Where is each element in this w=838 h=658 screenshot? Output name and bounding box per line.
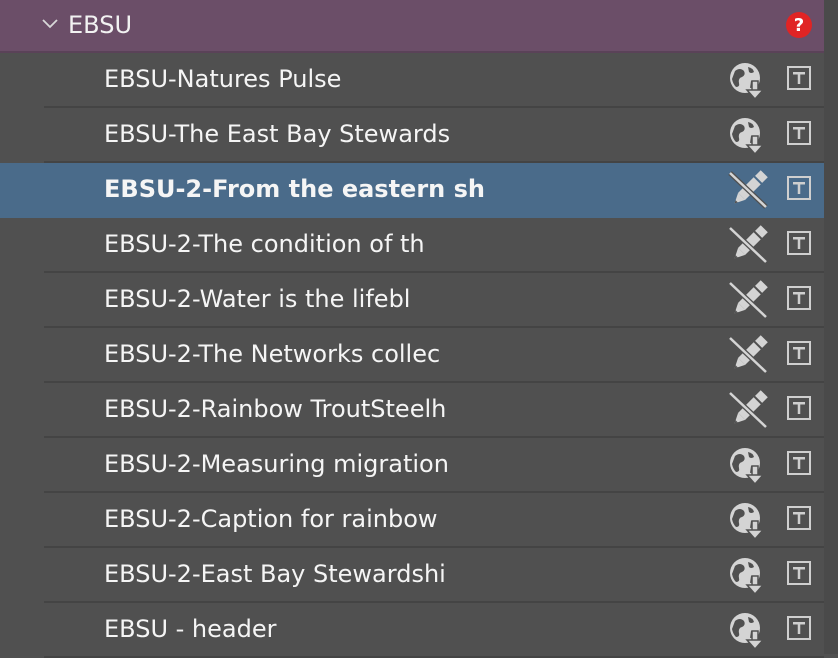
- globe-download-icon[interactable]: [726, 114, 770, 156]
- list-item-label: EBSU-2-The condition of th: [104, 230, 425, 258]
- text-icon[interactable]: [786, 230, 812, 256]
- list-item[interactable]: EBSU-2-The Networks collec: [44, 328, 824, 383]
- layer-list: EBSU-Natures Pulse EBSU-The East Bay Ste…: [0, 53, 824, 658]
- pen-disabled-icon[interactable]: [726, 279, 770, 321]
- list-item-label: EBSU-2-Measuring migration: [104, 450, 449, 478]
- globe-download-icon[interactable]: [726, 59, 770, 101]
- list-item[interactable]: EBSU-2-East Bay Stewardshi: [44, 548, 824, 603]
- list-item[interactable]: EBSU-2-Water is the lifebl: [44, 273, 824, 328]
- text-icon[interactable]: [786, 560, 812, 586]
- list-item[interactable]: EBSU-The East Bay Stewards: [44, 108, 824, 163]
- text-icon[interactable]: [786, 505, 812, 531]
- list-item[interactable]: EBSU-2-Rainbow TroutSteelh: [44, 383, 824, 438]
- list-item[interactable]: EBSU-2-Caption for rainbow: [44, 493, 824, 548]
- text-icon[interactable]: [786, 175, 812, 201]
- text-icon[interactable]: [786, 120, 812, 146]
- list-item-label: EBSU-2-Caption for rainbow: [104, 505, 438, 533]
- text-icon[interactable]: [786, 340, 812, 366]
- text-icon[interactable]: [786, 395, 812, 421]
- list-item-label: EBSU-2-Water is the lifebl: [104, 285, 411, 313]
- pen-disabled-icon[interactable]: [726, 224, 770, 266]
- pen-disabled-icon[interactable]: [726, 169, 770, 211]
- list-item-label: EBSU-2-Rainbow TroutSteelh: [104, 395, 447, 423]
- group-header-ebsu[interactable]: EBSU ?: [0, 0, 824, 53]
- list-item[interactable]: EBSU-2-The condition of th: [44, 218, 824, 273]
- text-icon[interactable]: [786, 450, 812, 476]
- text-icon[interactable]: [786, 615, 812, 641]
- globe-download-icon[interactable]: [726, 554, 770, 596]
- scrollbar[interactable]: [824, 0, 838, 654]
- list-item-label: EBSU-2-The Networks collec: [104, 340, 441, 368]
- list-item[interactable]: EBSU-2-From the eastern sh: [0, 163, 824, 218]
- list-item-label: EBSU-2-East Bay Stewardshi: [104, 560, 446, 588]
- list-item[interactable]: EBSU-2-Measuring migration: [44, 438, 824, 493]
- list-item-label: EBSU-2-From the eastern sh: [104, 175, 485, 203]
- pen-disabled-icon[interactable]: [726, 389, 770, 431]
- globe-download-icon[interactable]: [726, 499, 770, 541]
- question-icon[interactable]: ?: [785, 11, 813, 39]
- group-title: EBSU: [68, 11, 133, 39]
- list-item-label: EBSU-Natures Pulse: [104, 65, 342, 93]
- text-icon[interactable]: [786, 65, 812, 91]
- list-item-label: EBSU-The East Bay Stewards: [104, 120, 451, 148]
- text-icon[interactable]: [786, 285, 812, 311]
- globe-download-icon[interactable]: [726, 444, 770, 486]
- pen-disabled-icon[interactable]: [726, 334, 770, 376]
- list-item-label: EBSU - header: [104, 615, 277, 643]
- chevron-down-icon[interactable]: [40, 14, 60, 34]
- globe-download-icon[interactable]: [726, 609, 770, 651]
- svg-text:?: ?: [794, 15, 804, 36]
- list-item[interactable]: EBSU - header: [44, 603, 824, 658]
- list-item[interactable]: EBSU-Natures Pulse: [44, 53, 824, 108]
